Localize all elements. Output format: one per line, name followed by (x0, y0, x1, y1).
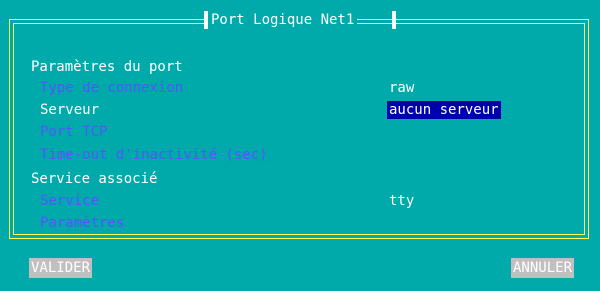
server-value[interactable]: aucun serveur (387, 101, 501, 119)
connection-type-value[interactable]: raw (389, 79, 414, 97)
validate-button[interactable]: VALIDER (29, 258, 93, 278)
cancel-button[interactable]: ANNULER (511, 258, 575, 278)
service-label[interactable]: Service (40, 192, 99, 210)
service-parameters-label[interactable]: Paramètres (40, 214, 124, 232)
section-associated-service: Service associé (31, 171, 158, 187)
server-label[interactable]: Serveur (40, 101, 99, 119)
section-port-parameters: Paramètres du port (31, 59, 183, 75)
connection-type-label[interactable]: Type de connexion (40, 79, 183, 97)
title-right-block (392, 11, 396, 29)
dialog-title: Port Logique Net1 (208, 11, 358, 29)
terminal-screen: Port Logique Net1 Paramètres du port Typ… (0, 0, 600, 291)
tcp-port-label[interactable]: Port TCP (40, 123, 107, 141)
service-value[interactable]: tty (389, 192, 414, 210)
timeout-label[interactable]: Time-out d'inactivité (sec) (40, 146, 268, 164)
